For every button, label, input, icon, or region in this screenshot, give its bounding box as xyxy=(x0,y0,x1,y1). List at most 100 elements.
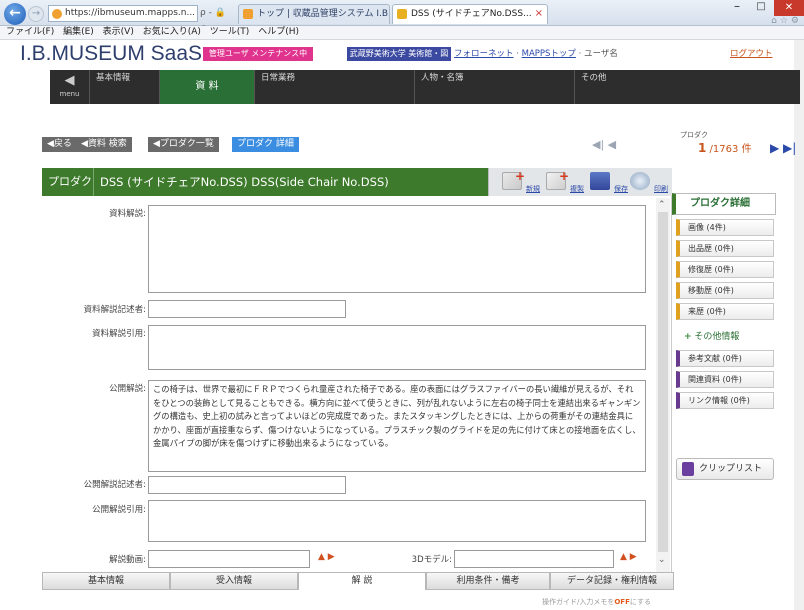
side-item-references[interactable]: 参考文献 (0件) xyxy=(676,350,774,367)
page-scrollbar[interactable] xyxy=(794,40,804,610)
home-star-gear-icons[interactable]: ⌂☆⚙ xyxy=(748,16,802,26)
nav-item-materials[interactable]: 資 料 xyxy=(160,70,255,104)
side-other-label: その他情報 xyxy=(694,332,740,342)
field-label-public-desc: 公開解説: xyxy=(109,384,146,394)
print-label: 印刷 xyxy=(654,185,668,193)
side-item-provenance[interactable]: 来歴 (0件) xyxy=(676,303,774,320)
copy-button[interactable]: + 複製 xyxy=(544,170,584,196)
side-item-related[interactable]: 関連資料 (0件) xyxy=(676,371,774,388)
institution-badge: 武蔵野美術大学 美術館・図書館 xyxy=(347,47,451,72)
menu-view[interactable]: 表示(V) xyxy=(103,26,134,39)
record-title: DSS (サイドチェアNo.DSS) DSS(Side Chair No.DSS… xyxy=(100,175,389,189)
scroll-down-icon[interactable]: ⌄ xyxy=(658,555,668,565)
address-bar[interactable]: https://ibmuseum.mapps.n... xyxy=(48,5,198,22)
guide-text-end: にする xyxy=(629,598,651,606)
header-links: フォローネット · MAPPSトップ · ユーザ名 xyxy=(454,49,618,59)
side-item-links[interactable]: リンク情報 (0件) xyxy=(676,392,774,409)
tab-basic-info[interactable]: 基本情報 xyxy=(42,572,170,590)
public-author-input[interactable] xyxy=(148,476,346,494)
clip-list-label: クリップリスト xyxy=(699,464,763,474)
side-other-info[interactable]: + その他情報 xyxy=(676,329,774,346)
breadcrumb-back[interactable]: ◀戻る xyxy=(42,137,77,152)
logout-link[interactable]: ログアウト xyxy=(730,47,790,61)
clip-list-button[interactable]: クリップリスト xyxy=(676,458,774,480)
side-item-images[interactable]: 画像 (4件) xyxy=(676,219,774,236)
field-label-public-author: 公開解説記述者: xyxy=(83,480,146,490)
nav-item-daily[interactable]: 日常業務 xyxy=(255,70,415,104)
pager-next-icons[interactable]: ▶ ▶| xyxy=(770,140,802,156)
tab-label: DSS (サイドチェアNo.DSS... xyxy=(411,9,532,19)
video-upload-icons[interactable]: ▲ ▶ xyxy=(318,552,346,564)
minimize-icon[interactable]: – xyxy=(726,0,748,16)
field-label-material-desc: 資料解説: xyxy=(109,209,146,219)
print-button[interactable]: 印刷 xyxy=(628,170,668,196)
back-arrow-icon[interactable]: ← xyxy=(4,3,26,25)
tab-data-record[interactable]: データ記録・権利情報 xyxy=(550,572,674,590)
user-name: ユーザ名 xyxy=(584,49,618,59)
browser-menubar: ファイル(F) 編集(E) 表示(V) お気に入り(A) ツール(T) ヘルプ(… xyxy=(0,26,804,40)
forward-arrow-icon[interactable]: → xyxy=(28,6,44,22)
tab-terms[interactable]: 利用条件・備考 xyxy=(426,572,550,590)
save-label: 保存 xyxy=(614,185,628,193)
menu-file[interactable]: ファイル(F) xyxy=(6,26,54,39)
menu-arrow-icon: ◀ xyxy=(64,73,75,88)
nav-item-people[interactable]: 人物・名簿 xyxy=(415,70,575,104)
side-panel-header[interactable]: プロダク詳細 xyxy=(672,193,776,215)
scroll-up-icon[interactable]: ⌃ xyxy=(658,200,668,210)
field-label-3d-model: 3Dモデル: xyxy=(411,555,452,565)
public-desc-textarea[interactable]: この椅子は、世界で最初にＦＲＰでつくられ量産された椅子である。座の表面にはグラス… xyxy=(148,380,646,472)
address-tools[interactable]: ρ - 🔒 C xyxy=(200,5,230,35)
tab-acceptance[interactable]: 受入情報 xyxy=(170,572,298,590)
new-record-icon: + xyxy=(502,170,525,190)
material-desc-textarea[interactable] xyxy=(148,205,646,293)
guide-text: 操作ガイド/入力メモを xyxy=(542,598,615,606)
mapps-top-link[interactable]: MAPPSトップ xyxy=(522,49,576,59)
record-type-label: プロダク xyxy=(42,168,94,196)
scroll-thumb[interactable] xyxy=(658,212,668,552)
breadcrumb-detail: プロダク 詳細 xyxy=(232,137,299,152)
tab-favicon-icon xyxy=(243,9,253,19)
address-text: https://ibmuseum.mapps.n... xyxy=(65,8,196,18)
follow-link[interactable]: フォローネット xyxy=(454,49,514,59)
print-icon xyxy=(630,172,650,190)
tab-favicon-icon xyxy=(397,9,407,19)
pager-current: 1 xyxy=(698,141,707,155)
save-icon xyxy=(590,172,610,190)
side-item-movements[interactable]: 移動歴 (0件) xyxy=(676,282,774,299)
save-button[interactable]: 保存 xyxy=(588,170,628,196)
new-button[interactable]: + 新規 xyxy=(500,170,540,196)
menu-favorites[interactable]: お気に入り(A) xyxy=(143,26,201,39)
copy-record-icon: + xyxy=(546,170,569,190)
pager-label: プロダク xyxy=(680,131,708,139)
menu-help[interactable]: ヘルプ(H) xyxy=(258,26,299,39)
nav-item-basic[interactable]: 基本情報 xyxy=(90,70,160,104)
plus-icon: + xyxy=(684,332,692,342)
clip-icon xyxy=(682,462,694,476)
copy-label: 複製 xyxy=(570,185,584,193)
breadcrumb-search[interactable]: ◀資料 検索 xyxy=(76,137,132,152)
tab-description[interactable]: 解 説 xyxy=(298,572,426,590)
guide-toggle[interactable]: 操作ガイド/入力メモをOFFにする xyxy=(542,597,762,607)
video-input[interactable] xyxy=(148,550,310,568)
browser-tab-dss[interactable]: DSS (サイドチェアNo.DSS... × xyxy=(392,4,548,24)
nav-item-other[interactable]: その他 xyxy=(575,70,800,104)
pager-count: 1 /1763 件 xyxy=(698,140,768,156)
browser-tab-top[interactable]: トップ | 収蔵品管理システム I.B... xyxy=(238,4,390,24)
desc-author-input[interactable] xyxy=(148,300,346,318)
breadcrumb-list[interactable]: ◀プロダク一覧 xyxy=(148,137,219,152)
tab-close-icon[interactable]: × xyxy=(535,5,543,23)
close-icon[interactable]: ✕ xyxy=(774,0,804,16)
public-citation-textarea[interactable] xyxy=(148,500,646,542)
desc-citation-textarea[interactable] xyxy=(148,325,646,370)
menu-toggle-button[interactable]: ◀ menu xyxy=(50,70,90,104)
field-label-desc-citation: 資料解説引用: xyxy=(92,329,146,339)
side-item-exhibitions[interactable]: 出品歴 (0件) xyxy=(676,240,774,257)
menu-edit[interactable]: 編集(E) xyxy=(63,26,94,39)
model-upload-icons[interactable]: ▲ ▶ xyxy=(620,552,648,564)
maximize-icon[interactable]: □ xyxy=(750,0,772,16)
menu-tools[interactable]: ツール(T) xyxy=(210,26,250,39)
3d-model-input[interactable] xyxy=(454,550,614,568)
guide-off: OFF xyxy=(614,598,630,606)
tab-label: トップ | 収蔵品管理システム I.B... xyxy=(257,9,390,19)
side-item-restorations[interactable]: 修復歴 (0件) xyxy=(676,261,774,278)
